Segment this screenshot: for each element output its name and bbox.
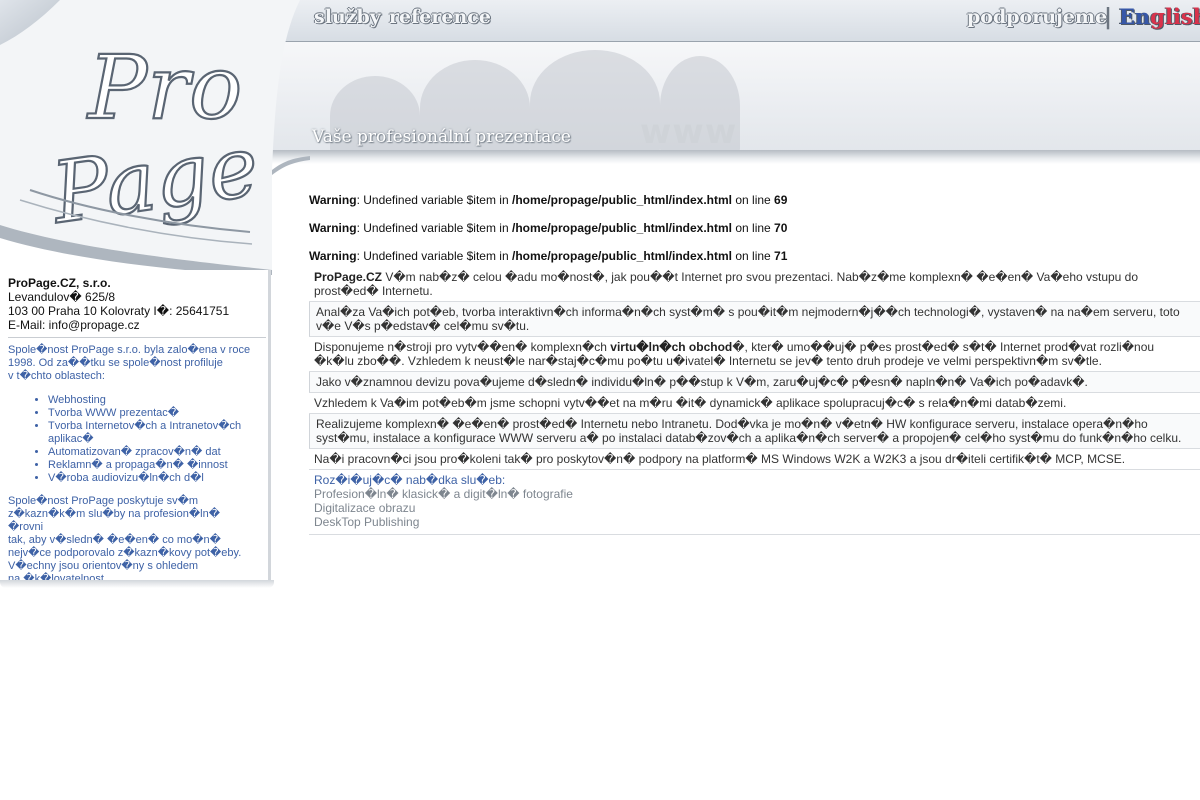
extended-services-row: Roz�i�uj�c� nab�dka slu�eb: Profesion�ln… (309, 470, 1200, 535)
approach-text: Jako v�znamnou devizu pova�ujeme d�sledn… (316, 375, 1088, 389)
services-heading: Roz�i�uj�c� nab�dka slu�eb: (314, 473, 506, 487)
list-item: Digitalizace obrazu (314, 501, 416, 515)
php-warning: Warning: Undefined variable $item in /ho… (309, 190, 1200, 218)
www-watermark: www (640, 112, 738, 152)
warning-label: Warning (309, 193, 357, 207)
services-content-table: ProPage.CZ V�m nab�z� celou �adu mo�nost… (309, 266, 1200, 535)
list-item[interactable]: Tvorba WWW prezentac� (48, 407, 266, 420)
list-item[interactable]: Webhosting (48, 394, 266, 407)
sidebar: ProPage.CZ, s.r.o. Levandulov� 625/8 103… (0, 270, 271, 585)
warning-mid: on line (732, 193, 775, 207)
business-area-link[interactable]: Automatizovan� zpracov�n� dat (48, 446, 221, 458)
sidebar-divider (8, 337, 266, 338)
warning-text: : Undefined variable $item in (356, 249, 512, 263)
warning-label: Warning (309, 221, 357, 235)
warning-file: /home/propage/public_html/index.html (511, 221, 733, 235)
intro-text: V�m nab�z� celou �adu mo�nost�, jak pou�… (314, 270, 1139, 298)
complex-solutions-row: Realizujeme komplexn� �e�en� prost�ed� I… (309, 414, 1200, 449)
propage-logo[interactable]: Pro Page (0, 0, 310, 275)
staff-text: Na�i pracovn�ci jsou pro�koleni tak� pro… (314, 452, 1126, 466)
staff-row: Na�i pracovn�ci jsou pro�koleni tak� pro… (309, 449, 1200, 470)
nav-separator: | (1104, 5, 1113, 30)
header-slogan: Vaše profesionální prezentace (312, 127, 571, 147)
language-english-link[interactable]: English (1119, 4, 1200, 29)
warning-text: : Undefined variable $item in (356, 193, 512, 207)
list-item[interactable]: Tvorba Internetov�ch a Intranetov�ch apl… (48, 420, 266, 446)
php-warning: Warning: Undefined variable $item in /ho… (309, 218, 1200, 246)
business-area-link[interactable]: V�roba audiovizu�ln�ch d�l (48, 472, 204, 484)
company-closing-text: Spole�nost ProPage poskytuje sv�m z�kazn… (8, 495, 242, 585)
main-content: Warning: Undefined variable $item in /ho… (309, 190, 1200, 535)
logo-graphic: Pro Page (0, 0, 310, 275)
warning-file: /home/propage/public_html/index.html (511, 249, 733, 263)
business-area-link[interactable]: Reklamn� a propaga�n� �innost (48, 459, 228, 471)
list-item: Profesion�ln� klasick� a digit�ln� fotog… (314, 487, 573, 501)
warning-mid: on line (732, 221, 775, 235)
nav-reference-link[interactable]: reference (389, 6, 491, 28)
company-info: ProPage.CZ, s.r.o. Levandulov� 625/8 103… (8, 276, 266, 332)
warning-line: 71 (774, 249, 788, 263)
sidebar-bottom-edge (0, 580, 274, 588)
list-item: DeskTop Publishing (314, 515, 420, 529)
language-english-part-2: glish (1150, 4, 1200, 29)
complex-text: Realizujeme komplexn� �e�en� prost�ed� I… (316, 417, 1182, 445)
intro-row: ProPage.CZ V�m nab�z� celou �adu mo�nost… (309, 267, 1200, 302)
tools-text-pre: Disponujeme n�stroji pro vytv��en� kompl… (314, 340, 611, 354)
approach-row: Jako v�znamnou devizu pova�ujeme d�sledn… (309, 372, 1200, 393)
warning-file: /home/propage/public_html/index.html (511, 193, 733, 207)
php-warning: Warning: Undefined variable $item in /ho… (309, 246, 1200, 266)
about-company-text: Spole�nost ProPage s.r.o. byla zalo�ena … (8, 344, 251, 382)
warning-line: 70 (774, 221, 788, 235)
nav-support-link[interactable]: podporujeme (967, 6, 1107, 28)
warning-label: Warning (309, 249, 357, 263)
warning-line: 69 (774, 193, 788, 207)
company-email[interactable]: E-Mail: info@propage.cz (8, 318, 266, 332)
business-area-link[interactable]: Tvorba Internetov�ch a Intranetov�ch apl… (48, 420, 241, 445)
list-item[interactable]: Automatizovan� zpracov�n� dat (48, 446, 266, 459)
business-areas-list: Webhosting Tvorba WWW prezentac� Tvorba … (8, 394, 266, 485)
business-area-link[interactable]: Webhosting (48, 394, 106, 406)
company-name: ProPage.CZ, s.r.o. (8, 276, 111, 290)
language-english-part-1: En (1119, 4, 1151, 29)
intro-brand: ProPage.CZ (314, 270, 383, 284)
company-address-line-2: 103 00 Praha 10 Kolovraty I�: 25641751 (8, 304, 230, 318)
virtual-shops-row: Disponujeme n�stroji pro vytv��en� kompl… (309, 337, 1200, 372)
banner-shadow (270, 150, 1200, 164)
analysis-text: Anal�za Va�ich pot�eb, tvorba interaktiv… (316, 305, 1180, 333)
analysis-row: Anal�za Va�ich pot�eb, tvorba interaktiv… (309, 302, 1200, 337)
company-address-line-1: Levandulov� 625/8 (8, 290, 116, 304)
business-area-link[interactable]: Tvorba WWW prezentac� (48, 407, 179, 419)
dynamic-apps-row: Vzhledem k Va�im pot�eb�m jsme schopni v… (309, 393, 1200, 414)
tools-text-bold: virtu�ln�ch obchod (610, 340, 733, 354)
dynamic-text: Vzhledem k Va�im pot�eb�m jsme schopni v… (314, 396, 1067, 410)
warning-mid: on line (732, 249, 775, 263)
warning-text: : Undefined variable $item in (356, 221, 512, 235)
list-item[interactable]: Reklamn� a propaga�n� �innost (48, 459, 266, 472)
nav-services-link[interactable]: služby (314, 6, 381, 28)
list-item[interactable]: V�roba audiovizu�ln�ch d�l (48, 472, 266, 485)
